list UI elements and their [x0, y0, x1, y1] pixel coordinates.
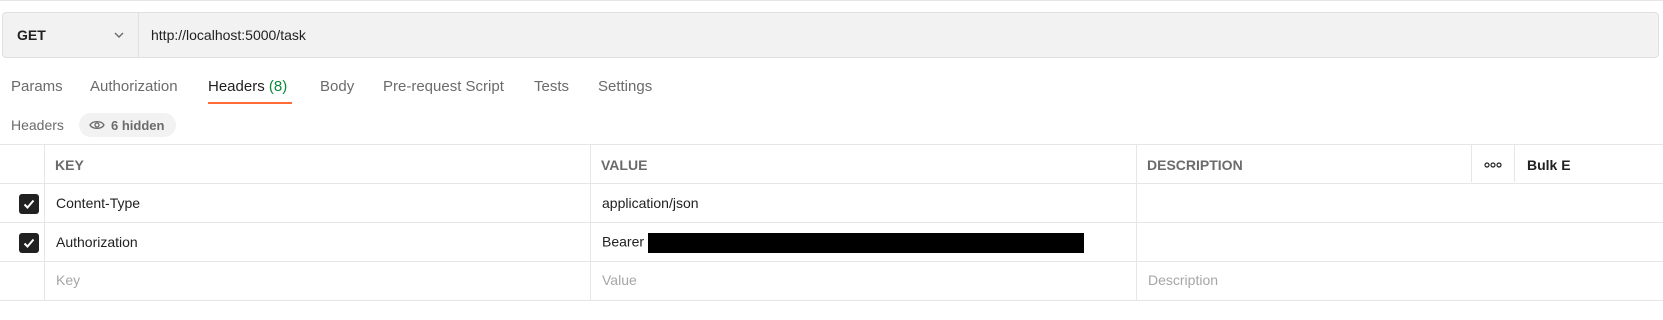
bulk-edit-button[interactable]: Bulk E [1527, 157, 1571, 173]
tab-body[interactable]: Body [320, 78, 354, 95]
header-value-cell[interactable]: application/json [602, 195, 699, 211]
checkmark-icon [23, 238, 35, 248]
column-header-key: KEY [55, 157, 84, 173]
headers-section-label: Headers [11, 117, 64, 133]
request-tabs: Params Authorization Headers (8) Body Pr… [0, 70, 700, 106]
method-select[interactable]: GET [3, 13, 139, 57]
headers-table: KEY VALUE DESCRIPTION Bulk E Content-Typ… [0, 144, 1663, 301]
method-label: GET [17, 27, 46, 43]
header-key-cell[interactable]: Authorization [56, 234, 138, 250]
tab-headers[interactable]: Headers (8) [208, 78, 287, 95]
active-tab-indicator [208, 102, 292, 104]
new-key-input[interactable]: Key [56, 272, 80, 288]
tab-headers-label: Headers [208, 78, 265, 95]
column-header-description: DESCRIPTION [1147, 157, 1243, 173]
tab-pre-request-script[interactable]: Pre-request Script [383, 78, 504, 95]
tab-params[interactable]: Params [11, 78, 63, 95]
header-value-text: Bearer [602, 233, 645, 250]
checkmark-icon [23, 199, 35, 209]
request-url-bar: GET http://localhost:5000/task [2, 12, 1659, 58]
eye-icon [89, 120, 105, 130]
tab-tests[interactable]: Tests [534, 78, 569, 95]
row-divider [0, 183, 1663, 184]
url-input[interactable]: http://localhost:5000/task [151, 27, 306, 43]
row-enabled-checkbox[interactable] [19, 194, 39, 214]
tab-authorization[interactable]: Authorization [90, 78, 178, 95]
new-value-input[interactable]: Value [602, 272, 637, 288]
new-description-input[interactable]: Description [1148, 272, 1218, 288]
row-divider [0, 222, 1663, 223]
hidden-headers-count: 6 hidden [111, 117, 165, 133]
column-divider [1514, 145, 1515, 182]
tab-headers-count: (8) [268, 78, 288, 95]
redacted-token [648, 233, 1085, 253]
header-key-cell[interactable]: Content-Type [56, 195, 140, 211]
header-value-cell[interactable]: Bearer [602, 233, 1085, 253]
column-header-value: VALUE [601, 157, 648, 173]
hidden-headers-toggle[interactable]: 6 hidden [79, 113, 177, 137]
row-enabled-checkbox[interactable] [19, 233, 39, 253]
column-divider [1471, 145, 1472, 182]
chevron-down-icon [114, 32, 124, 38]
top-divider [0, 0, 1663, 1]
row-divider [0, 261, 1663, 262]
tab-settings[interactable]: Settings [598, 78, 652, 95]
more-options-icon[interactable] [1484, 162, 1502, 168]
